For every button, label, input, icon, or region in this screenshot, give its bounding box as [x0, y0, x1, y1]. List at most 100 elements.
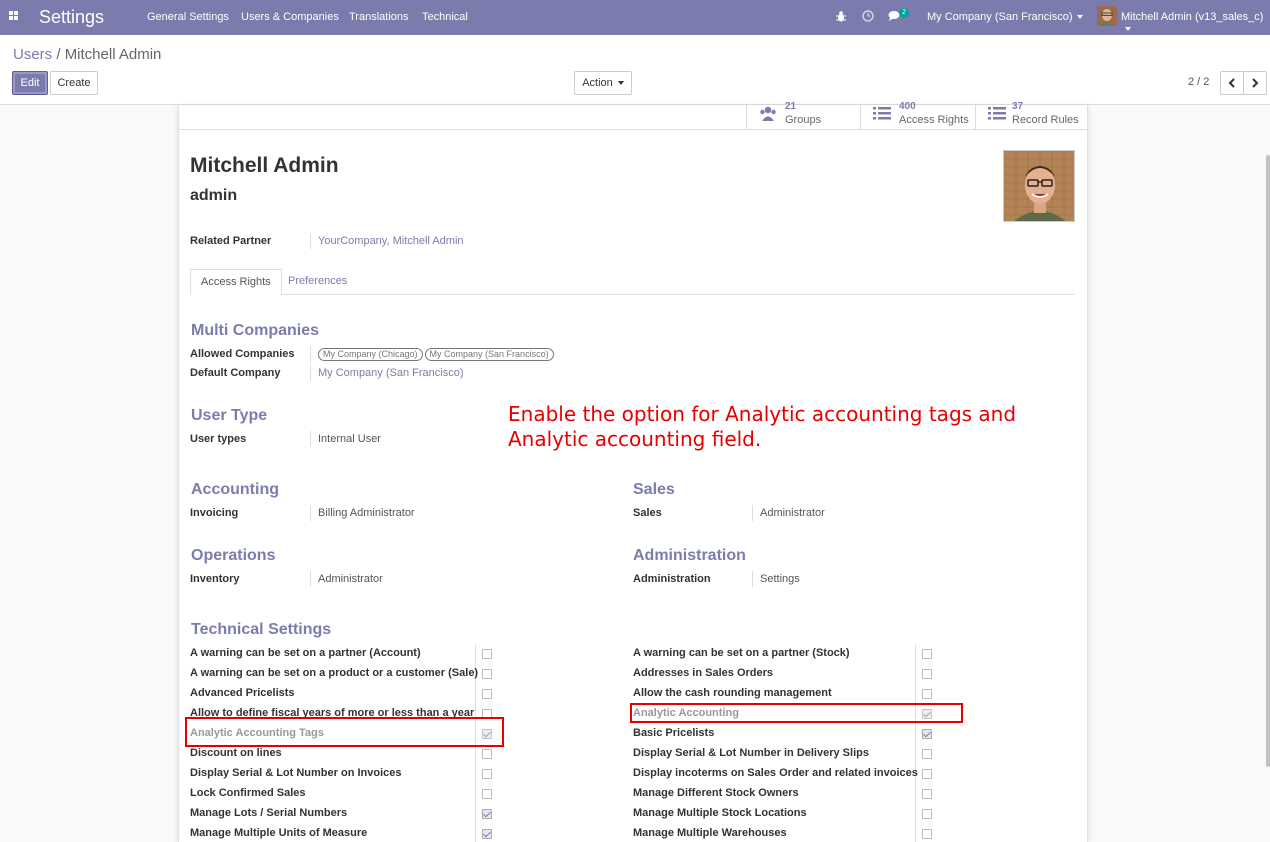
app-title[interactable]: Settings: [39, 7, 104, 28]
divider: [310, 365, 311, 381]
groups-label: Groups: [785, 114, 822, 126]
allowed-companies-label: Allowed Companies: [190, 348, 295, 360]
setting-checkbox[interactable]: [922, 689, 932, 699]
chevron-right-icon: [1252, 78, 1259, 88]
setting-label: Manage Multiple Stock Locations: [633, 807, 807, 819]
setting-label: A warning can be set on a product or a c…: [190, 667, 479, 679]
setting-checkbox[interactable]: [482, 669, 492, 679]
annotation-line: Enable the option for Analytic accountin…: [508, 402, 1017, 426]
default-company-link[interactable]: My Company (San Francisco): [318, 367, 464, 379]
setting-checkbox[interactable]: [922, 649, 932, 659]
divider: [310, 505, 311, 521]
setting-checkbox[interactable]: [922, 749, 932, 759]
menu-translations[interactable]: Translations: [349, 11, 409, 23]
setting-label: Basic Pricelists: [633, 727, 715, 739]
user-menu[interactable]: Mitchell Admin (v13_sales_c): [1121, 11, 1270, 35]
pager-next-button[interactable]: [1243, 71, 1267, 95]
setting-checkbox[interactable]: [922, 829, 932, 839]
divider: [310, 571, 311, 587]
chevron-down-icon: [1076, 15, 1083, 20]
setting-checkbox[interactable]: [922, 769, 932, 779]
clock-icon[interactable]: [862, 10, 874, 22]
setting-label: A warning can be set on a partner (Stock…: [633, 647, 850, 659]
multi-companies-title: Multi Companies: [191, 322, 320, 339]
setting-label: Advanced Pricelists: [190, 687, 295, 699]
setting-checkbox[interactable]: [922, 809, 932, 819]
user-type-title: User Type: [191, 407, 268, 424]
access-rights-stat-button[interactable]: 400 Access Rights: [860, 101, 975, 130]
apps-icon[interactable]: [9, 11, 19, 21]
annotation-text: Enable the option for Analytic accountin…: [508, 402, 1016, 452]
setting-label: A warning can be set on a partner (Accou…: [190, 647, 421, 659]
breadcrumb-current: Mitchell Admin: [64, 46, 162, 63]
setting-label: Manage Multiple Warehouses: [633, 827, 787, 839]
setting-label: Lock Confirmed Sales: [190, 787, 306, 799]
user-menu-label: Mitchell Admin (v13_sales_c): [1121, 11, 1264, 23]
action-label: Action: [582, 77, 613, 89]
setting-label: Manage Lots / Serial Numbers: [190, 807, 348, 819]
setting-checkbox[interactable]: [482, 789, 492, 799]
sales-label: Sales: [633, 507, 662, 519]
divider: [752, 571, 753, 587]
setting-checkbox[interactable]: [482, 809, 492, 819]
setting-checkbox[interactable]: [482, 649, 492, 659]
user-types-value[interactable]: Internal User: [318, 433, 381, 445]
user-avatar[interactable]: [1097, 6, 1117, 26]
company-tag[interactable]: My Company (San Francisco): [424, 348, 554, 361]
related-partner-label: Related Partner: [190, 235, 272, 247]
divider: [310, 233, 311, 249]
allowed-companies-tags[interactable]: My Company (Chicago) My Company (San Fran…: [318, 348, 556, 361]
breadcrumb-users[interactable]: Users: [13, 46, 52, 63]
record-rules-count: 37: [1012, 101, 1024, 112]
administration-value[interactable]: Settings: [760, 573, 800, 585]
setting-label: Display incoterms on Sales Order and rel…: [633, 767, 918, 779]
user-login: admin: [190, 187, 238, 204]
create-button[interactable]: Create: [50, 71, 98, 95]
smart-buttons: 21 Groups 400 Access Rights 37 Record Ru…: [746, 101, 1088, 130]
groups-count: 21: [785, 101, 797, 112]
inventory-label: Inventory: [190, 573, 240, 585]
invoicing-value[interactable]: Billing Administrator: [318, 507, 415, 519]
list-icon: [873, 107, 891, 120]
bug-icon[interactable]: [836, 11, 846, 22]
invoicing-label: Invoicing: [190, 507, 239, 519]
highlight-analytic-accounting-tags: [185, 717, 504, 747]
setting-checkbox[interactable]: [922, 729, 932, 739]
pager-previous-button[interactable]: [1220, 71, 1244, 95]
setting-checkbox[interactable]: [922, 789, 932, 799]
sales-title: Sales: [633, 481, 675, 498]
user-name: Mitchell Admin: [190, 154, 339, 177]
accounting-title: Accounting: [191, 481, 279, 498]
menu-technical[interactable]: Technical: [422, 11, 468, 23]
menu-users-companies[interactable]: Users & Companies: [241, 11, 339, 23]
setting-checkbox[interactable]: [482, 829, 492, 839]
action-dropdown[interactable]: Action: [574, 71, 632, 95]
edit-button[interactable]: Edit: [12, 71, 48, 95]
chevron-down-icon: [1125, 27, 1131, 32]
company-switcher[interactable]: My Company (San Francisco): [927, 11, 1083, 23]
operations-title: Operations: [191, 547, 276, 564]
setting-checkbox[interactable]: [482, 689, 492, 699]
setting-checkbox[interactable]: [922, 669, 932, 679]
sales-value[interactable]: Administrator: [760, 507, 825, 519]
tab-preferences[interactable]: Preferences: [278, 269, 357, 295]
scrollbar[interactable]: [1266, 155, 1270, 767]
record-rules-stat-button[interactable]: 37 Record Rules: [975, 101, 1088, 130]
setting-label: Allow the cash rounding management: [633, 687, 832, 699]
company-tag[interactable]: My Company (Chicago): [318, 348, 423, 361]
default-company-label: Default Company: [190, 367, 281, 379]
menu-general-settings[interactable]: General Settings: [147, 11, 229, 23]
related-partner-link[interactable]: YourCompany, Mitchell Admin: [318, 235, 464, 247]
pager-value[interactable]: 2 / 2: [1188, 76, 1209, 88]
top-navbar: Settings General Settings Users & Compan…: [0, 0, 1270, 35]
inventory-value[interactable]: Administrator: [318, 573, 383, 585]
access-rights-label: Access Rights: [899, 114, 969, 126]
groups-stat-button[interactable]: 21 Groups: [746, 101, 860, 130]
tab-access-rights[interactable]: Access Rights: [190, 269, 282, 295]
chat-badge: 2: [899, 8, 909, 18]
user-photo[interactable]: [1003, 150, 1075, 222]
setting-checkbox[interactable]: [482, 749, 492, 759]
setting-checkbox[interactable]: [482, 769, 492, 779]
record-rules-label: Record Rules: [1012, 114, 1079, 126]
access-rights-count: 400: [899, 101, 916, 112]
